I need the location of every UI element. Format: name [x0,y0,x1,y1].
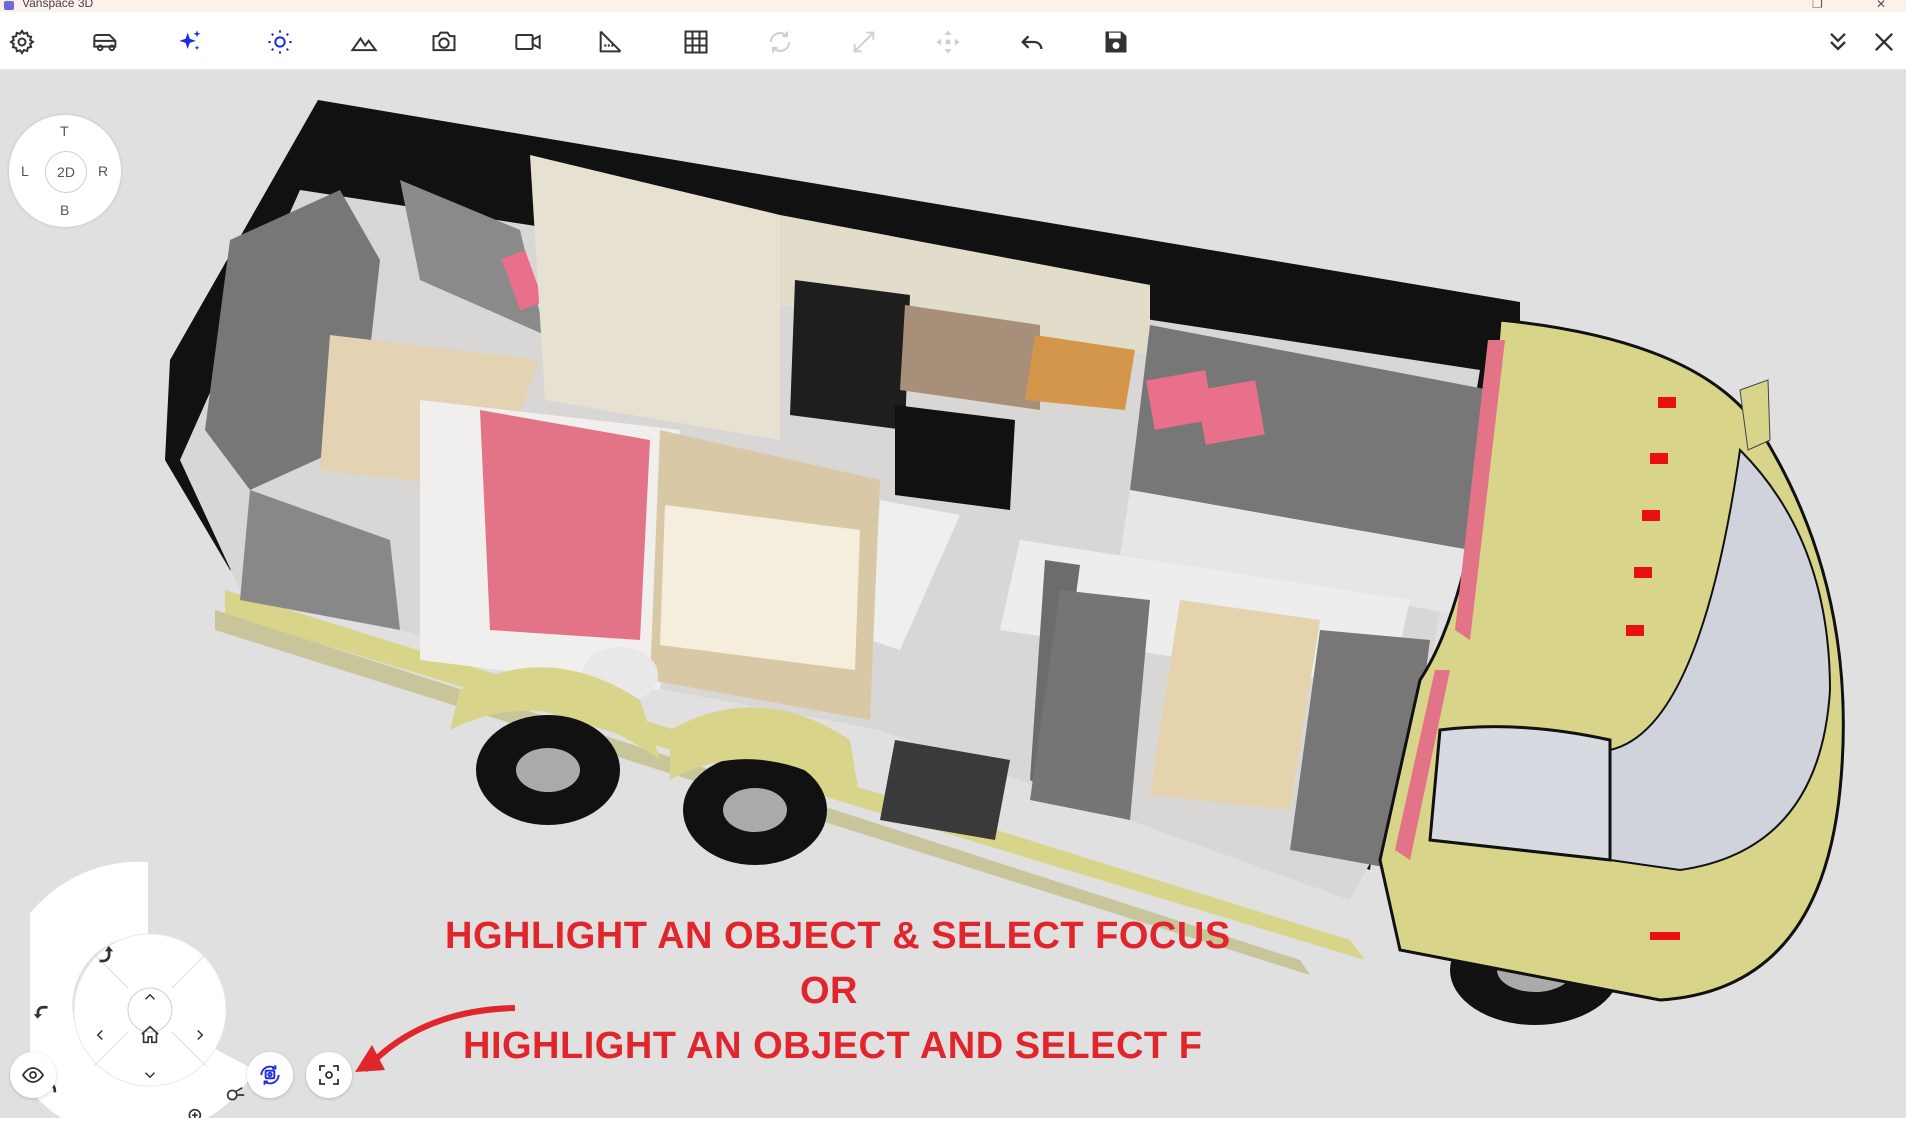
focus-icon [319,1065,339,1085]
rotate-left-button[interactable] [28,1000,58,1030]
orbit-button[interactable] [247,1052,293,1098]
status-bar [0,1118,1906,1134]
home-icon [141,1025,159,1044]
orbit-camera-icon [260,1065,280,1085]
camera-icon [432,31,456,52]
undo-icon [1021,35,1043,50]
settings-button[interactable] [2,22,42,62]
camper-van-3d-model[interactable] [0,70,1906,1118]
gear-icon [9,29,35,55]
move-down-button[interactable] [135,1060,165,1090]
focus-button[interactable] [306,1052,352,1098]
chevron-right-icon [197,1029,204,1041]
van-icon [93,34,117,52]
visibility-button[interactable] [10,1052,56,1098]
annotation-line-3: HIGHLIGHT AN OBJECT AND SELECT F [463,1025,1203,1067]
move-left-button[interactable] [85,1020,115,1050]
chevron-left-icon [96,1029,103,1041]
view-cube[interactable]: T L R B 2D [9,115,121,227]
annotation-line-1: HGHLIGHT AN OBJECT & SELECT FOCUS [445,915,1231,957]
zoom-out-button[interactable] [220,1080,250,1110]
move-icon [936,30,960,54]
view-bottom-button[interactable]: B [60,202,69,218]
resize-icon [853,31,875,53]
title-bar: Vanspace 3D ❐ ✕ [0,0,1906,12]
view-left-button[interactable]: L [21,163,29,179]
video-icon [515,34,541,50]
measure-button[interactable] [590,22,630,62]
app-icon [4,1,14,10]
tilt-up-button[interactable] [90,940,120,970]
zoom-out-icon [226,1086,245,1101]
screenshot-button[interactable] [424,22,464,62]
lighting-button[interactable] [260,22,300,62]
restore-window-icon[interactable]: ❐ [1812,0,1823,11]
home-view-button[interactable] [135,1020,165,1050]
double-chevron-down-icon [1830,33,1846,51]
view-right-button[interactable]: R [98,163,108,179]
view-2d-button[interactable]: 2D [45,151,87,193]
vehicle-button[interactable] [86,22,126,62]
move-up-button[interactable] [135,982,165,1012]
view-top-button[interactable]: T [60,123,69,139]
curved-arrow-left-icon [33,1005,48,1019]
eye-icon [21,1067,45,1083]
chevron-up-icon [144,993,156,1000]
scale-button[interactable] [844,22,884,62]
chevron-down-icon [144,1072,156,1079]
save-button[interactable] [1096,22,1136,62]
zoom-in-icon [188,1108,202,1118]
move-button[interactable] [928,22,968,62]
grid-button[interactable] [676,22,716,62]
window-title: Vanspace 3D [22,0,94,10]
annotation-line-2: OR [800,970,858,1012]
close-window-icon[interactable]: ✕ [1876,0,1886,11]
sun-icon [268,30,292,54]
environment-button[interactable] [344,22,384,62]
zoom-button[interactable] [178,1102,208,1118]
main-toolbar [0,12,1906,70]
grid-icon [684,30,708,54]
close-panel-button[interactable] [1864,22,1904,62]
collapse-toolbar-button[interactable] [1818,22,1858,62]
save-icon [1105,31,1127,53]
navigation-control [30,860,260,1118]
close-icon [1875,33,1893,51]
move-right-button[interactable] [185,1020,215,1050]
rotate-button[interactable] [760,22,800,62]
sparkle-icon [179,30,201,51]
rotate-icon [769,31,791,53]
3d-viewport[interactable]: T L R B 2D HGHLIGHT AN OBJECT & SELECT F… [0,70,1906,1118]
record-video-button[interactable] [508,22,548,62]
ruler-angle-icon [599,30,622,53]
undo-button[interactable] [1012,22,1052,62]
mountain-icon [350,36,378,52]
effects-button[interactable] [170,22,210,62]
curved-arrow-up-icon [99,945,114,963]
